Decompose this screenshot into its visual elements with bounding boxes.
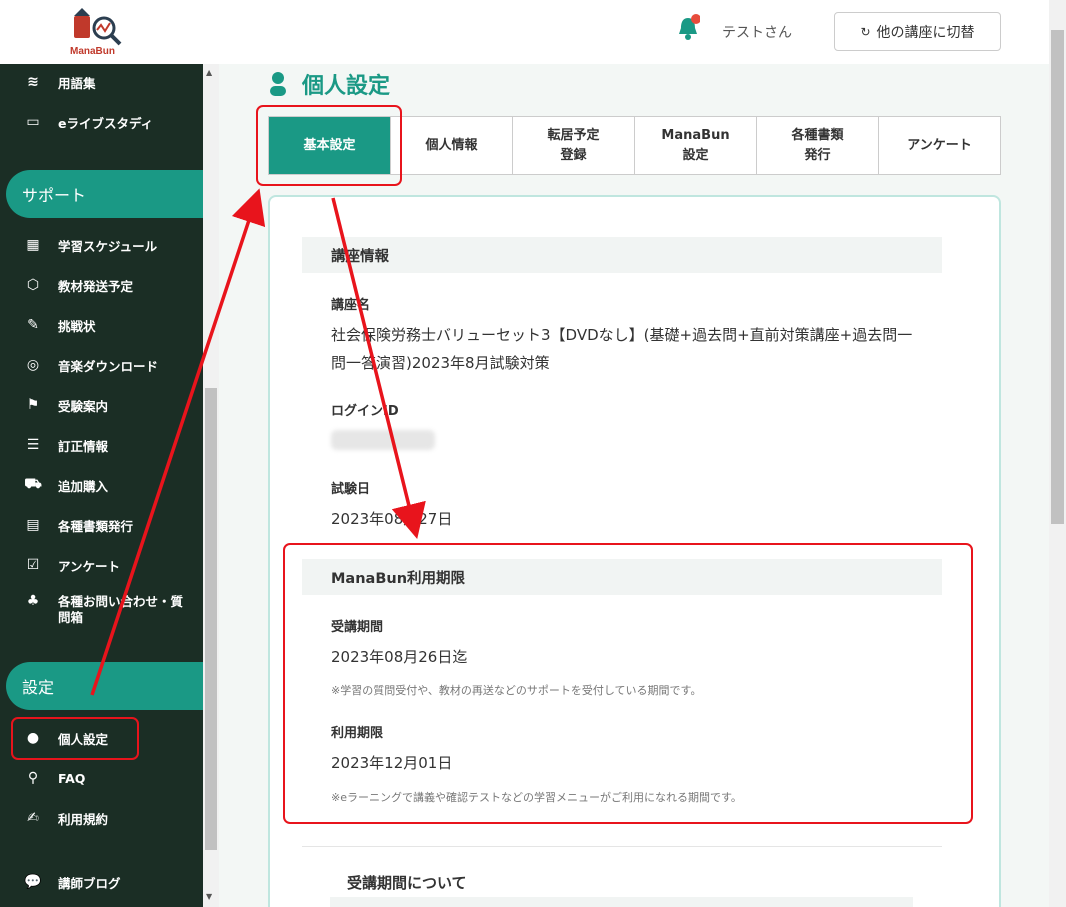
switch-course-label: 他の講座に切替 [876,23,975,40]
box-icon: ⬡ [26,277,40,293]
login-id-label: ログインID [331,404,399,419]
page-scrollbar-thumb[interactable] [1051,30,1064,524]
calendar-icon: ▦ [26,237,40,253]
switch-course-button[interactable]: ↻ 他の講座に切替 [834,12,1001,51]
top-header: ManaBun テストさん ↻ 他の講座に切替 [0,0,1049,64]
person-icon [270,72,286,96]
sidebar-item-faq[interactable]: ⚲ FAQ [0,760,203,796]
sidebar-item-label: 挑戦状 [58,318,96,334]
course-name-label: 講座名 [331,298,371,313]
annotation-box-usage-period [283,543,973,824]
sidebar: ≋ 用語集 ▭ eライブスタディ サポート ▦ 学習スケジュール ⬡ 教材発送予… [0,64,203,907]
sidebar-item-documents[interactable]: ▤ 各種書類発行 [0,507,203,543]
annotation-box-personal-settings [11,717,139,760]
sidebar-item-material-shipping[interactable]: ⬡ 教材発送予定 [0,267,203,303]
sidebar-item-terms[interactable]: ✍ 利用規約 [0,800,203,836]
login-id-value-redacted [331,430,435,450]
layers-icon: ≋ [27,74,39,90]
manabun-logo[interactable]: ManaBun [70,8,130,58]
exam-date-value: 2023年08月27日 [331,510,453,528]
sidebar-item-label: FAQ [58,770,86,786]
scroll-down-arrow-icon[interactable]: ▼ [206,892,212,901]
sidebar-item-label: 学習スケジュール [58,238,158,254]
sidebar-item-exam-guide[interactable]: ⚑ 受験案内 [0,387,203,423]
section-label: 設定 [22,678,55,697]
checkbox-icon: ☑ [26,557,40,573]
chat-icon: 💬 [24,874,42,890]
pen-icon: ✎ [27,317,39,333]
refresh-icon: ↻ [860,24,871,39]
search-icon: ⚲ [27,770,39,786]
sidebar-item-e-live-study[interactable]: ▭ eライブスタディ [0,104,203,140]
annotation-box-basic-tab [256,105,402,186]
sidebar-item-label: 用語集 [58,75,96,91]
sidebar-item-label: 受験案内 [58,398,109,414]
tab-personal-info[interactable]: 個人情報 [391,117,513,174]
logo-text: ManaBun [70,46,115,57]
monitor-icon: ▭ [26,114,40,130]
sidebar-item-label: 講師ブログ [58,875,121,891]
sidebar-item-instructor-blog[interactable]: 💬 講師ブログ [0,864,203,900]
sidebar-item-music-download[interactable]: ◎ 音楽ダウンロード [0,347,203,383]
list-icon: ☰ [26,437,40,453]
user-name[interactable]: テストさん [722,22,792,42]
sidebar-item-label: アンケート [58,558,121,574]
sidebar-item-label: eライブスタディ [58,115,154,131]
sidebar-section-support: サポート [6,170,203,218]
exam-date-label: 試験日 [331,482,371,497]
tab-relocation[interactable]: 転居予定 登録 [513,117,635,174]
sidebar-item-corrections[interactable]: ☰ 訂正情報 [0,427,203,463]
sidebar-item-label: 訂正情報 [58,438,109,454]
scroll-up-arrow-icon[interactable]: ▲ [206,68,212,77]
sidebar-item-additional-purchase[interactable]: ⛟ 追加購入 [0,467,203,503]
sidebar-item-label: 利用規約 [58,811,109,827]
document-icon: ▤ [26,517,40,533]
sidebar-item-label: 各種お問い合わせ・質問箱 [58,594,184,625]
tree-icon: ♣ [26,593,40,609]
section-label: サポート [22,186,87,205]
sidebar-item-challenge[interactable]: ✎ 挑戦状 [0,307,203,343]
tab-manabun-settings[interactable]: ManaBun 設定 [635,117,757,174]
about-study-period-bar [330,897,913,907]
bell-icon[interactable] [676,14,701,42]
sidebar-item-label: 教材発送予定 [58,278,134,294]
sidebar-item-inquiries[interactable]: ♣ 各種お問い合わせ・質問箱 [0,592,203,636]
about-study-period-heading: 受講期間について [347,874,467,892]
edit-icon: ✍ [27,810,39,826]
pencil-magnifier-icon [74,8,122,46]
sidebar-item-label: 各種書類発行 [58,518,134,534]
page-title: 個人設定 [268,68,390,100]
disc-icon: ◎ [26,357,40,373]
tab-documents[interactable]: 各種書類 発行 [757,117,879,174]
section-divider [302,846,942,847]
sidebar-item-label: 音楽ダウンロード [58,358,159,374]
sidebar-item-label: 追加購入 [58,478,109,494]
flag-icon: ⚑ [26,397,40,413]
sidebar-scrollbar-thumb[interactable] [205,388,217,850]
sidebar-item-study-schedule[interactable]: ▦ 学習スケジュール [0,227,203,263]
course-name-value: 社会保険労務士バリューセット3【DVDなし】(基礎+過去問+直前対策講座+過去問… [331,326,913,372]
course-info-heading: 講座情報 [302,237,942,273]
cart-icon: ⛟ [24,476,42,492]
page-title-text: 個人設定 [302,74,391,99]
tab-survey[interactable]: アンケート [879,117,1000,174]
sidebar-item-glossary[interactable]: ≋ 用語集 [0,64,203,100]
sidebar-item-survey[interactable]: ☑ アンケート [0,547,203,583]
sidebar-section-settings: 設定 [6,662,203,710]
